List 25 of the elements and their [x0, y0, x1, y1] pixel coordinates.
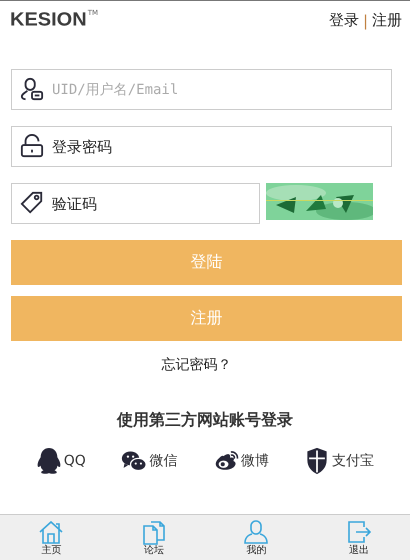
login-link[interactable]: 登录	[328, 11, 359, 30]
user-icon	[243, 519, 270, 545]
captcha-field[interactable]: 验证码	[11, 183, 260, 224]
documents-icon	[140, 519, 167, 545]
qq-login-link[interactable]: QQ	[36, 447, 86, 475]
forgot-password-link[interactable]: 忘记密码？	[162, 356, 232, 374]
weibo-login-link[interactable]: 微博	[212, 447, 269, 475]
register-link[interactable]: 注册	[372, 11, 402, 30]
tag-icon	[20, 191, 44, 215]
logo: KESION$^{TM}$	[10, 8, 98, 32]
user-card-icon	[20, 77, 44, 101]
unlock-icon	[20, 134, 44, 158]
separator: |	[362, 12, 368, 30]
me-tab[interactable]: 我的	[226, 515, 286, 560]
password-field[interactable]: 登录密码	[11, 126, 392, 167]
home-tab[interactable]: 主页	[21, 515, 82, 560]
wechat-login-link[interactable]: 微信	[121, 447, 178, 475]
penguin-icon	[36, 447, 62, 475]
forum-tab[interactable]: 论坛	[124, 515, 184, 560]
username-field[interactable]: UID/用户名/Email	[11, 69, 392, 110]
third-party-title: 使用第三方网站账号登录	[117, 410, 293, 431]
alipay-login-link[interactable]: 支付宝	[304, 447, 374, 475]
home-icon	[38, 519, 64, 545]
logout-tab[interactable]: 退出	[328, 515, 389, 560]
logout-icon	[346, 519, 372, 545]
